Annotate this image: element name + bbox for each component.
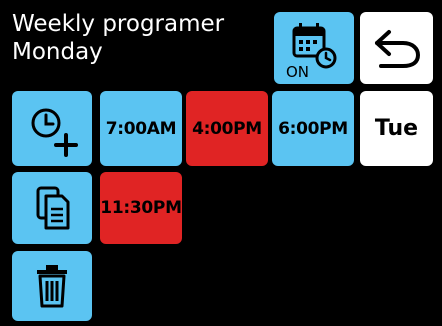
trash-icon xyxy=(34,264,70,308)
weekly-programmer-screen: Weekly programer Monday ON 7:00AM 4:00PM… xyxy=(0,0,442,326)
time-slot-tile[interactable]: 4:00PM xyxy=(186,91,268,166)
time-slot-label: 11:30PM xyxy=(100,198,182,218)
time-slot-label: 4:00PM xyxy=(192,118,262,139)
schedule-on-label: ON xyxy=(286,63,310,81)
time-slot-label: 6:00PM xyxy=(278,118,348,139)
time-slot-tile[interactable]: 6:00PM xyxy=(272,91,354,166)
time-slot-tile[interactable]: 7:00AM xyxy=(100,91,182,166)
title-text: Weekly programer xyxy=(12,11,225,37)
next-day-label: Tue xyxy=(374,116,419,141)
add-time-button[interactable] xyxy=(12,91,92,166)
copy-icon xyxy=(32,184,72,232)
delete-button[interactable] xyxy=(12,251,92,321)
back-arrow-icon xyxy=(371,24,423,72)
day-name: Monday xyxy=(12,39,103,65)
copy-button[interactable] xyxy=(12,172,92,244)
add-time-icon xyxy=(22,99,82,159)
next-day-button[interactable]: Tue xyxy=(360,91,433,166)
time-slot-tile[interactable]: 11:30PM xyxy=(100,172,182,244)
schedule-on-button[interactable]: ON xyxy=(274,12,354,84)
time-slot-label: 7:00AM xyxy=(105,118,177,139)
page-title: Weekly programer Monday xyxy=(12,10,224,66)
back-button[interactable] xyxy=(360,12,433,84)
